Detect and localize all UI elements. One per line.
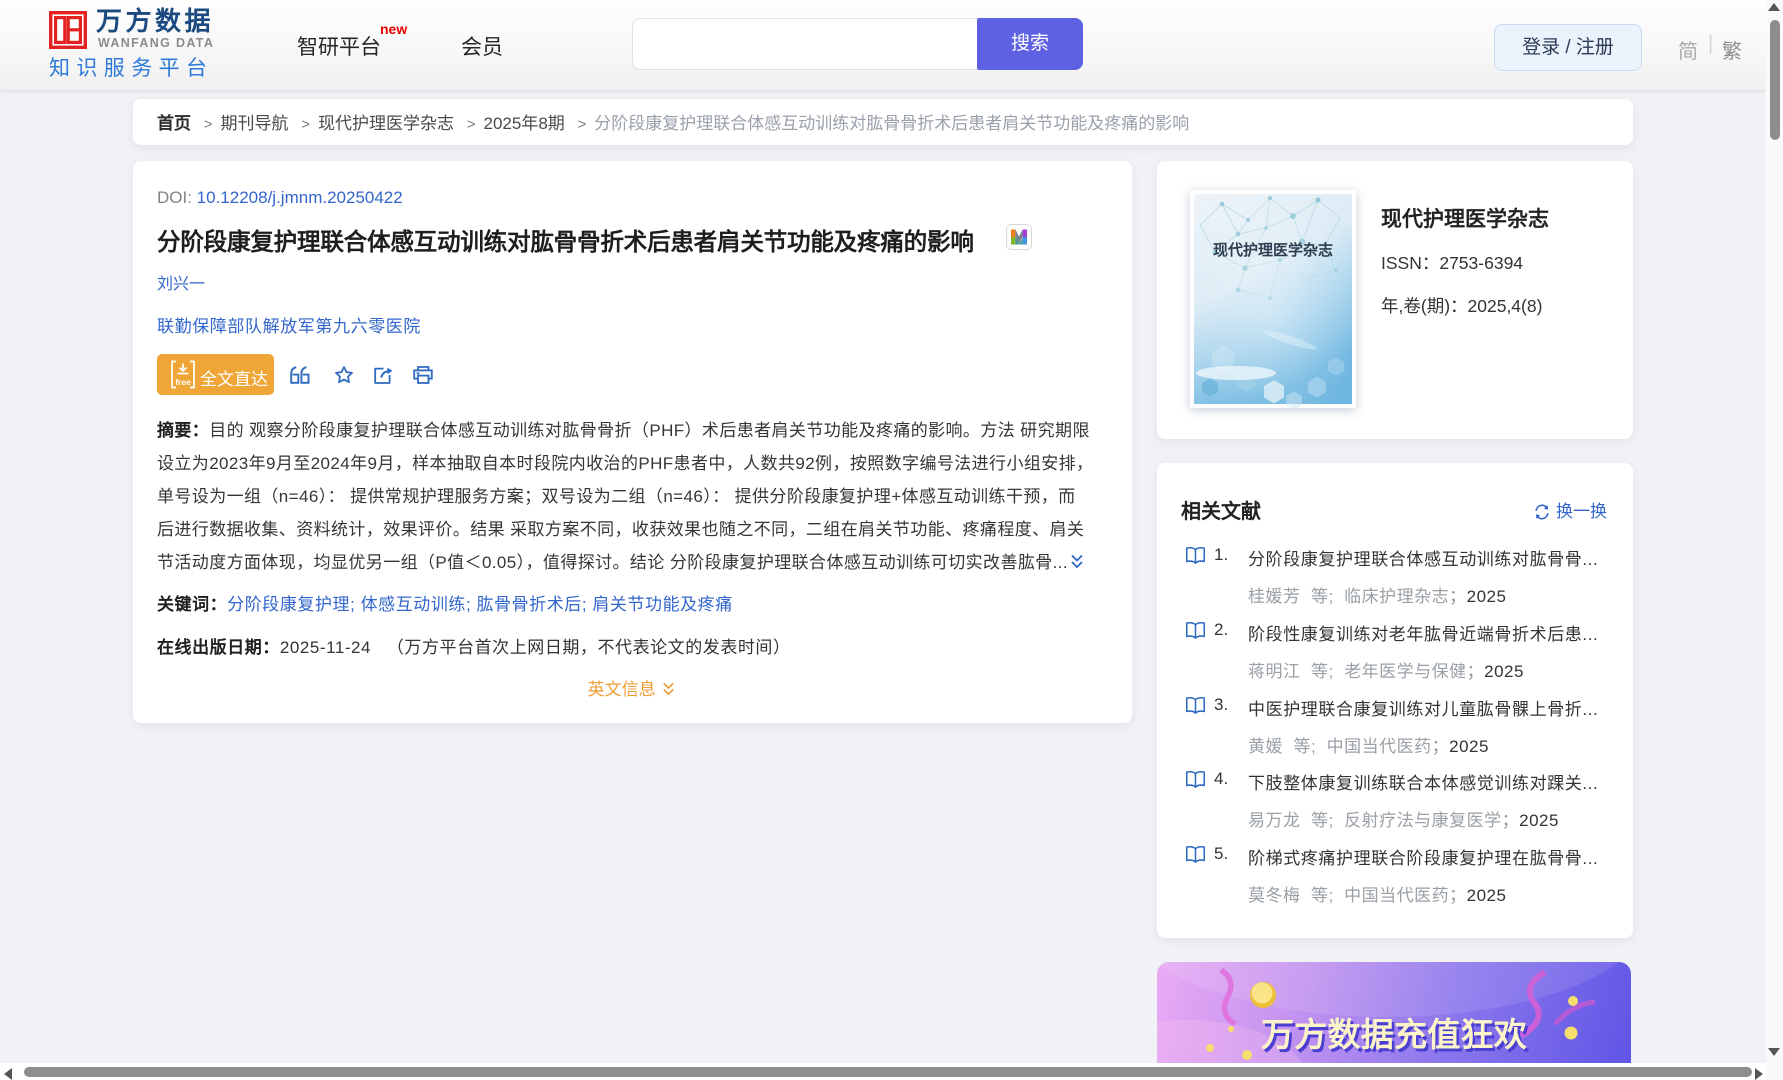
svg-text:现代护理医学杂志: 现代护理医学杂志 [1213, 241, 1333, 259]
svg-text:free: free [175, 377, 191, 387]
